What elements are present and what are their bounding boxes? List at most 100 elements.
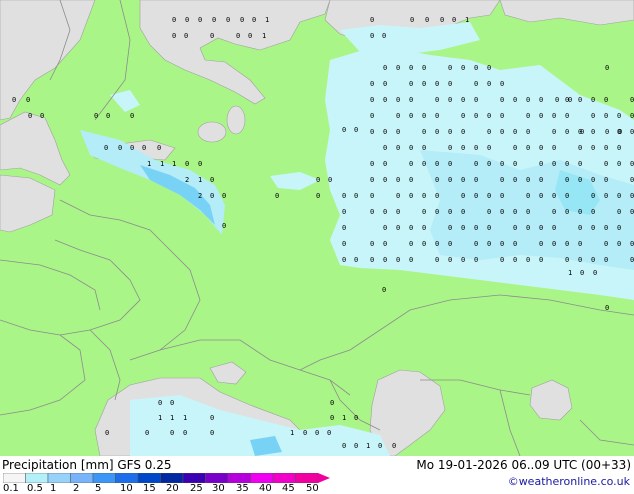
precip-value: 0 xyxy=(383,96,387,104)
legend-swatch xyxy=(205,473,229,483)
precip-value: 0 xyxy=(370,80,374,88)
precip-value: 0 xyxy=(275,192,279,200)
precip-value: 0 xyxy=(354,414,358,422)
precip-value: 0 xyxy=(130,112,134,120)
precip-value: 0 xyxy=(28,112,32,120)
precip-value: 0 xyxy=(370,208,374,216)
precip-value: 0 xyxy=(303,429,307,437)
precip-value: 0 xyxy=(474,240,478,248)
precip-value: 0 xyxy=(526,256,530,264)
precip-value: 0 xyxy=(487,128,491,136)
precip-value: 0 xyxy=(474,112,478,120)
precip-value: 0 xyxy=(461,192,465,200)
precip-value: 0 xyxy=(316,176,320,184)
precip-value: 0 xyxy=(578,256,582,264)
precip-value: 0 xyxy=(526,128,530,136)
legend-swatch xyxy=(92,473,116,483)
precip-value: 0 xyxy=(448,160,452,168)
precip-value: 0 xyxy=(461,128,465,136)
precip-value: 2 xyxy=(198,192,202,200)
precip-value: 0 xyxy=(630,176,634,184)
precip-value: 0 xyxy=(513,144,517,152)
precip-value: 0 xyxy=(617,112,621,120)
precip-value: 0 xyxy=(222,192,226,200)
precip-value: 0 xyxy=(487,64,491,72)
precip-value: 0 xyxy=(370,256,374,264)
precip-value: 0 xyxy=(198,160,202,168)
precip-value: 0 xyxy=(316,192,320,200)
precip-value: 1 xyxy=(568,269,572,277)
precip-value: 0 xyxy=(565,128,569,136)
legend-swatch xyxy=(182,473,206,483)
precip-value: 0 xyxy=(604,96,608,104)
precip-value: 0 xyxy=(591,128,595,136)
precip-value: 0 xyxy=(500,112,504,120)
precip-value: 0 xyxy=(354,126,358,134)
precip-value: 0 xyxy=(500,96,504,104)
precip-value: 0 xyxy=(396,208,400,216)
precip-value: 0 xyxy=(370,192,374,200)
precip-value: 0 xyxy=(487,80,491,88)
precip-value: 0 xyxy=(396,96,400,104)
precip-value: 0 xyxy=(342,224,346,232)
precip-value: 0 xyxy=(448,64,452,72)
precip-value: 0 xyxy=(500,192,504,200)
precip-value: 0 xyxy=(500,240,504,248)
precip-value: 0 xyxy=(342,256,346,264)
precip-value: 0 xyxy=(409,224,413,232)
precip-value: 0 xyxy=(342,442,346,450)
legend-swatch xyxy=(137,473,161,483)
precip-value: 0 xyxy=(435,240,439,248)
precip-value: 0 xyxy=(409,176,413,184)
legend-label: 35 xyxy=(236,483,249,494)
precip-value: 1 xyxy=(172,160,176,168)
precip-value: 0 xyxy=(12,96,16,104)
legend-label: 2 xyxy=(73,483,80,494)
precip-value: 0 xyxy=(330,414,334,422)
precip-value: 0 xyxy=(448,80,452,88)
precip-value: 0 xyxy=(448,144,452,152)
precip-value: 0 xyxy=(396,176,400,184)
precip-value: 0 xyxy=(474,192,478,200)
precip-value: 0 xyxy=(552,208,556,216)
legend-label: 45 xyxy=(282,483,295,494)
legend-label: 20 xyxy=(166,483,179,494)
precip-value: 0 xyxy=(526,192,530,200)
precip-value: 0 xyxy=(315,429,319,437)
precip-value: 0 xyxy=(212,16,216,24)
legend-swatch xyxy=(272,473,296,483)
precip-value: 0 xyxy=(409,80,413,88)
precip-value: 0 xyxy=(183,429,187,437)
precip-value: 0 xyxy=(617,160,621,168)
precip-value: 0 xyxy=(354,256,358,264)
precip-value: 0 xyxy=(448,256,452,264)
precip-value: 0 xyxy=(409,160,413,168)
precip-value: 0 xyxy=(185,16,189,24)
legend-swatch xyxy=(70,473,94,483)
precip-value: 0 xyxy=(422,160,426,168)
precip-value: 0 xyxy=(487,144,491,152)
precip-value: 0 xyxy=(474,80,478,88)
precip-value: 0 xyxy=(210,429,214,437)
legend-label: 50 xyxy=(306,483,319,494)
precip-value: 0 xyxy=(474,256,478,264)
precip-value: 0 xyxy=(396,64,400,72)
precip-value: 0 xyxy=(185,160,189,168)
precip-value: 0 xyxy=(500,176,504,184)
precip-value: 0 xyxy=(526,112,530,120)
precip-value: 0 xyxy=(487,112,491,120)
precip-value: 0 xyxy=(396,144,400,152)
precip-value: 0 xyxy=(539,112,543,120)
precip-value: 0 xyxy=(435,256,439,264)
precip-value: 0 xyxy=(106,112,110,120)
precip-value: 0 xyxy=(513,176,517,184)
legend-label: 40 xyxy=(259,483,272,494)
legend-swatch xyxy=(250,473,274,483)
precip-value: 0 xyxy=(474,64,478,72)
precip-value: 0 xyxy=(474,160,478,168)
credit-link[interactable]: ©weatheronline.co.uk xyxy=(508,475,630,488)
precip-value: 0 xyxy=(422,224,426,232)
precip-value: 0 xyxy=(604,176,608,184)
legend-swatch xyxy=(3,473,26,483)
precip-value: 0 xyxy=(593,269,597,277)
